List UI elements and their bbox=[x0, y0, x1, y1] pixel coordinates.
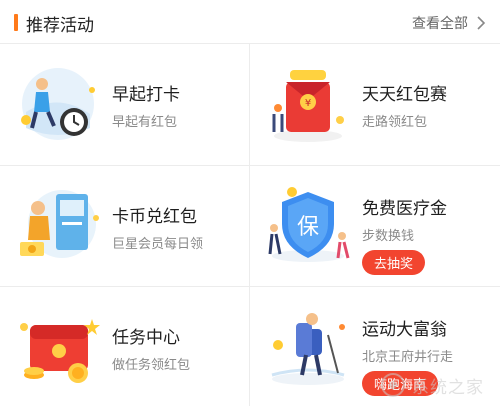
alarm-clock-icon bbox=[21, 68, 95, 140]
card-title: 免费医疗金 bbox=[362, 199, 447, 219]
section-header: 推荐活动 查看全部 bbox=[0, 0, 500, 44]
chevron-right-icon bbox=[477, 16, 486, 30]
watermark: 系统之家 bbox=[380, 372, 484, 398]
watermark-text: 系统之家 bbox=[412, 377, 484, 398]
svg-text:保: 保 bbox=[297, 215, 319, 240]
hiker-icon bbox=[271, 313, 345, 385]
view-all-link[interactable]: 查看全部 bbox=[412, 13, 488, 33]
shield-icon: 保 bbox=[268, 187, 350, 262]
card-title: 早起打卡 bbox=[112, 85, 180, 105]
activity-grid: 早起打卡 早起有红包 ¥ 天天红包赛 走路领红包 卡币兑红包 巨星会员每日领 保… bbox=[0, 44, 500, 406]
view-all-label: 查看全部 bbox=[412, 16, 468, 32]
card-title: 卡币兑红包 bbox=[112, 207, 197, 227]
card-subtitle: 步数换钱 bbox=[362, 229, 415, 244]
gift-envelope-icon bbox=[20, 319, 100, 383]
red-envelope-icon: ¥ bbox=[272, 70, 344, 142]
card-subtitle: 走路领红包 bbox=[362, 115, 428, 130]
card-title: 任务中心 bbox=[112, 328, 180, 348]
section-title: 推荐活动 bbox=[26, 16, 94, 36]
watermark-logo bbox=[381, 373, 405, 397]
activity-card-early-checkin[interactable]: 早起打卡 早起有红包 bbox=[0, 44, 249, 164]
activity-card-daily-redpacket[interactable]: ¥ 天天红包赛 走路领红包 bbox=[250, 44, 499, 164]
lottery-button[interactable]: 去抽奖 bbox=[362, 250, 426, 275]
activity-card-coin-exchange[interactable]: 卡币兑红包 巨星会员每日领 bbox=[0, 166, 249, 286]
accent-bar bbox=[14, 14, 18, 31]
card-subtitle: 早起有红包 bbox=[112, 115, 178, 130]
svg-text:¥: ¥ bbox=[305, 98, 311, 109]
activity-card-task-center[interactable]: 任务中心 做任务领红包 bbox=[0, 287, 249, 407]
atm-icon bbox=[20, 190, 99, 258]
card-subtitle: 巨星会员每日领 bbox=[112, 237, 204, 252]
card-title: 运动大富翁 bbox=[362, 320, 447, 340]
activity-card-medical-fund[interactable]: 保 免费医疗金 步数换钱 去抽奖 bbox=[250, 166, 499, 286]
card-title: 天天红包赛 bbox=[362, 85, 447, 105]
card-subtitle: 北京王府井行走 bbox=[362, 350, 454, 365]
card-subtitle: 做任务领红包 bbox=[112, 358, 191, 373]
